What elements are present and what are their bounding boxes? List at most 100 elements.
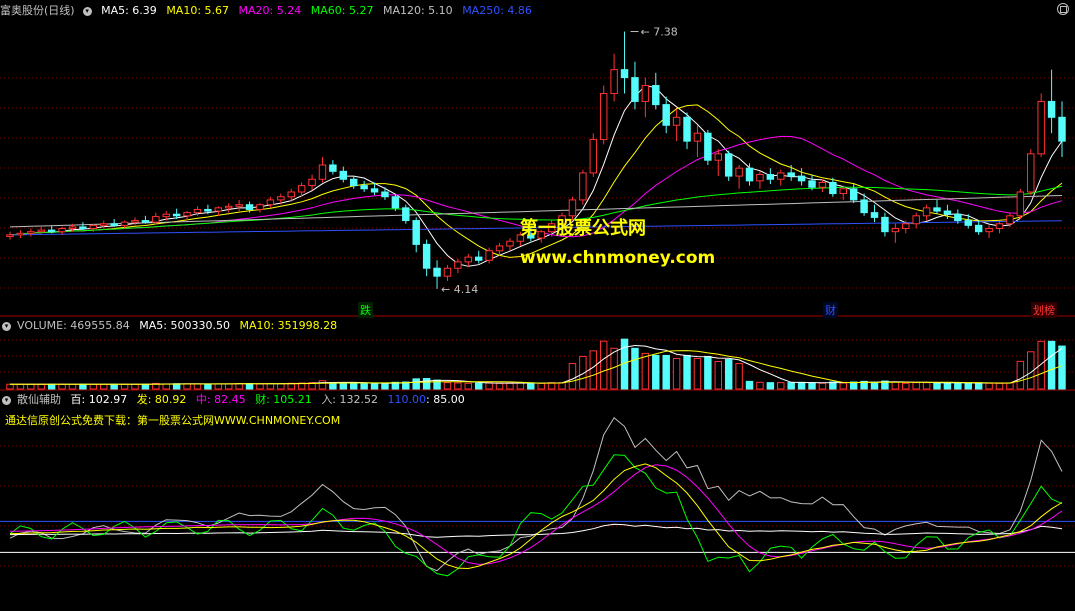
candle-body xyxy=(974,224,983,233)
candle-body xyxy=(443,267,452,277)
volume-bar xyxy=(245,383,254,390)
candle-body xyxy=(787,172,795,177)
high-price-label: ← 7.38 xyxy=(641,26,678,39)
volume-bar xyxy=(443,382,452,390)
candle-body xyxy=(631,77,639,102)
candle-body xyxy=(27,231,35,234)
ma120-label: MA120: 5.10 xyxy=(382,4,453,17)
volume-bar xyxy=(79,383,87,390)
candle-body xyxy=(464,256,473,263)
volume-bar xyxy=(339,382,348,390)
indicator-ru: 入: 132.52 xyxy=(321,393,379,406)
indicator-settings-icon[interactable]: ▾ xyxy=(2,395,11,405)
candle-body xyxy=(870,212,879,218)
candle-body xyxy=(308,178,316,187)
candle-body xyxy=(141,220,150,223)
volume-bar xyxy=(662,354,670,390)
volume-bar xyxy=(204,383,212,390)
indicator-zhong: 中: 82.45 xyxy=(195,393,246,406)
indicator-cai: 财: 105.21 xyxy=(255,393,312,406)
volume-bar xyxy=(808,382,816,390)
candle-body xyxy=(766,174,775,180)
candle-body xyxy=(402,207,410,222)
candle-body xyxy=(922,207,931,217)
volume-bar xyxy=(672,357,681,390)
volume-bar xyxy=(110,383,118,390)
volume-ma10-label: MA10: 351998.28 xyxy=(239,319,338,332)
candle-body xyxy=(662,104,670,126)
volume-settings-icon[interactable]: ▾ xyxy=(2,321,11,331)
candle-body xyxy=(277,196,285,201)
volume-bar xyxy=(870,381,879,390)
candle-body xyxy=(16,232,25,236)
volume-bar xyxy=(329,382,337,390)
volume-bar xyxy=(1058,345,1066,390)
volume-bar xyxy=(277,383,285,390)
watermark-title: 第一股票公式网 xyxy=(520,218,646,239)
candle-body xyxy=(297,185,306,193)
indicator-line-cai xyxy=(9,454,1063,577)
stock-name[interactable]: 富奥股份(日线) xyxy=(0,4,75,17)
volume-bar xyxy=(360,383,368,390)
candle-body xyxy=(360,185,368,190)
volume-bar xyxy=(516,382,525,390)
candle-body xyxy=(454,261,462,269)
volume-bar xyxy=(381,382,389,390)
candle-body xyxy=(599,92,608,141)
candle-body xyxy=(683,116,691,142)
maximize-icon[interactable] xyxy=(1057,3,1069,15)
indicator-ref-85: : 85.00 xyxy=(426,393,465,406)
indicator-name: 散仙辅助 xyxy=(17,393,61,406)
volume-bar xyxy=(756,381,764,390)
volume-bar xyxy=(6,383,14,390)
ma60-label: MA60: 5.27 xyxy=(310,4,374,17)
volume-bar xyxy=(631,347,639,390)
volume-bar xyxy=(902,382,910,390)
volume-bar xyxy=(1037,340,1045,390)
indicator-ref-110: 110.00 xyxy=(387,393,427,406)
volume-panel-header: ▾ VOLUME: 469555.84 MA5: 500330.50 MA10: … xyxy=(0,318,343,334)
candle-body xyxy=(985,228,993,233)
candle-body xyxy=(704,132,712,161)
candle-body xyxy=(37,229,45,233)
volume-bar xyxy=(995,382,1004,390)
candle-body xyxy=(849,188,858,201)
candle-body xyxy=(152,216,160,223)
candle-body xyxy=(58,228,66,233)
candle-body xyxy=(204,208,212,212)
volume-bar xyxy=(235,383,243,390)
volume-bar xyxy=(985,382,993,390)
volume-bar xyxy=(558,382,566,390)
volume-bar xyxy=(527,382,535,390)
candle-body xyxy=(933,207,941,212)
candle-body xyxy=(954,213,962,222)
volume-bar xyxy=(120,383,129,390)
volume-bar xyxy=(943,382,952,390)
volume-bar xyxy=(714,361,723,390)
candle-body xyxy=(777,172,785,180)
candle-body xyxy=(672,116,681,126)
volume-bar xyxy=(464,382,473,390)
volume-bar xyxy=(1006,382,1014,390)
ma250-label: MA250: 4.86 xyxy=(462,4,532,17)
settings-icon[interactable]: ▾ xyxy=(82,6,92,16)
indicator-lines xyxy=(0,416,1075,577)
candle-body xyxy=(6,234,14,237)
candle-body xyxy=(714,153,723,161)
volume-bar xyxy=(495,382,504,390)
volume-bar xyxy=(474,382,483,390)
candle-body xyxy=(610,69,618,94)
volume-bar xyxy=(891,381,900,390)
volume-bar xyxy=(954,382,962,390)
volume-bar xyxy=(485,382,493,390)
candle-body xyxy=(235,204,243,207)
volume-bar xyxy=(141,383,150,390)
volume-bar xyxy=(214,383,223,390)
cai-marker: 财 xyxy=(823,302,838,318)
volume-bar xyxy=(589,350,598,390)
volume-bar xyxy=(183,383,191,390)
candle-body xyxy=(1027,153,1035,193)
candle-body xyxy=(172,213,181,217)
volume-bar xyxy=(131,383,139,390)
volume-bar xyxy=(68,383,77,390)
